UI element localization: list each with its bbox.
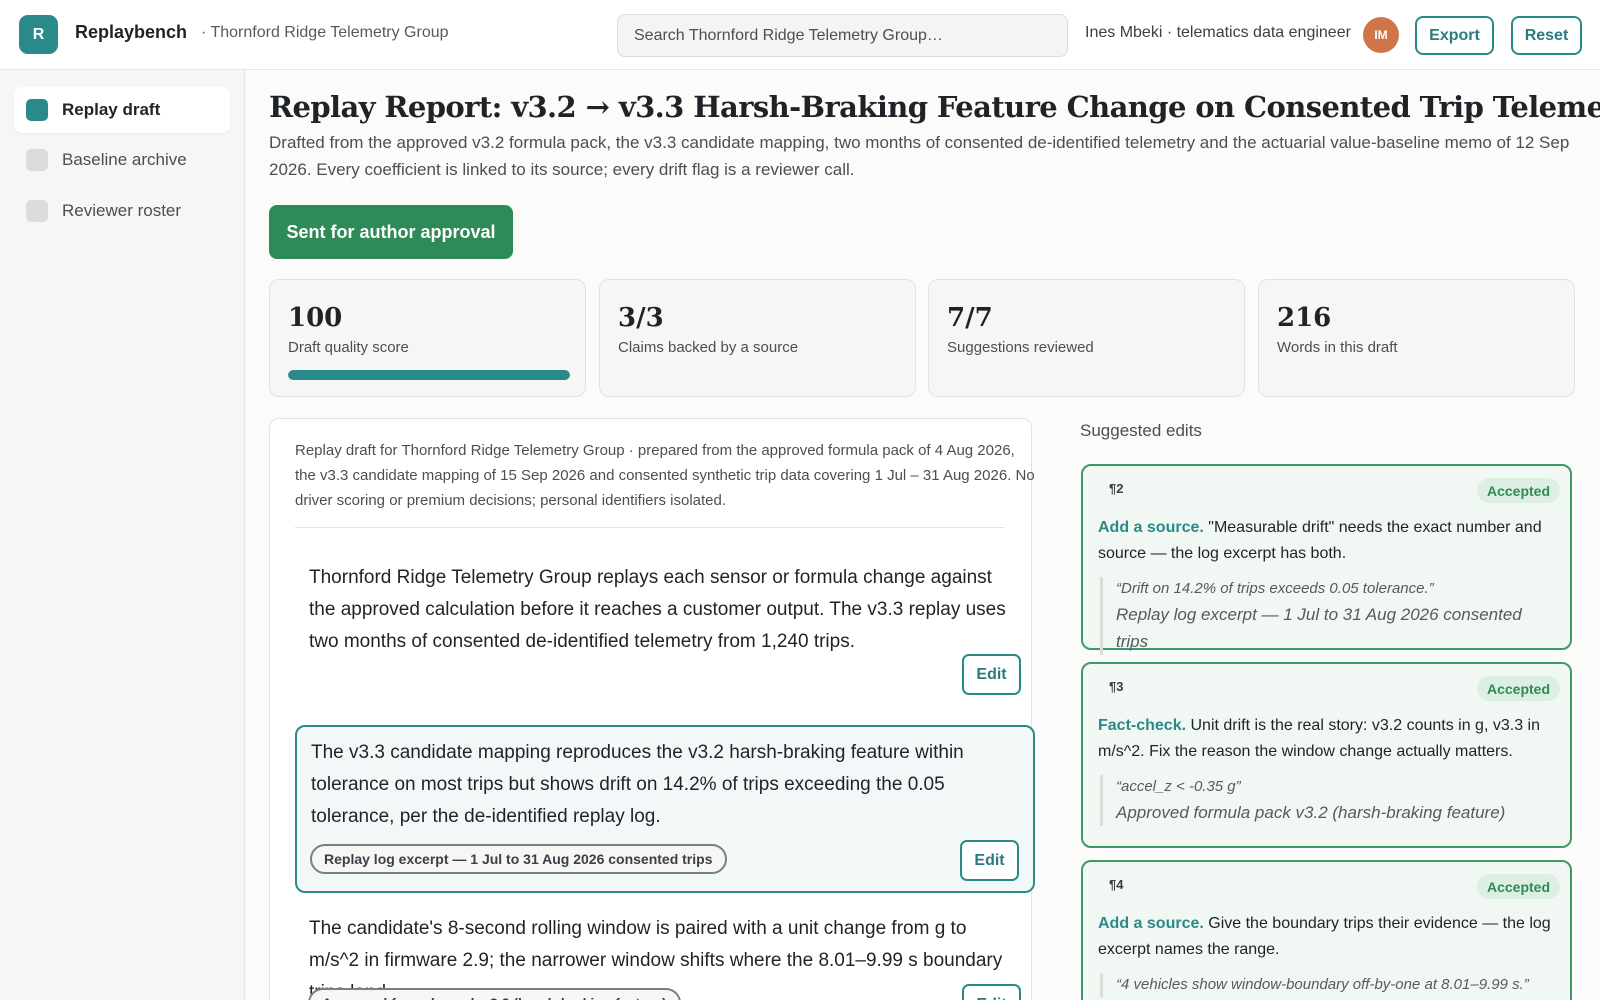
reset-button[interactable]: Reset (1511, 16, 1582, 55)
approval-status-button[interactable]: Sent for author approval (269, 205, 513, 259)
divider (295, 527, 1005, 528)
sidebar-item-label: Baseline archive (62, 150, 187, 169)
status-badge: Accepted (1476, 478, 1560, 503)
stat-value: 3/3 (618, 303, 664, 333)
suggestion-body: Fact-check. Unit drift is the real story… (1098, 713, 1555, 765)
quote-source: Replay log excerpt — 1 Jul to 31 Aug 202… (1116, 605, 1522, 651)
stat-label: Suggestions reviewed (947, 339, 1094, 356)
status-badge: Accepted (1476, 676, 1560, 701)
quote-text: “4 vehicles show window-boundary off-by-… (1116, 976, 1529, 993)
paragraph-text: Thornford Ridge Telemetry Group replays … (309, 567, 1006, 652)
avatar[interactable]: IM (1363, 17, 1399, 53)
stat-label: Claims backed by a source (618, 339, 799, 356)
sidebar-item-replay-draft[interactable]: Replay draft (14, 87, 230, 133)
baseline-archive-icon (26, 149, 48, 171)
sidebar-item-reviewer-roster[interactable]: Reviewer roster (14, 188, 230, 234)
app-logo[interactable]: R (19, 15, 58, 54)
quote-source: Approved formula pack v3.2 (harsh-brakin… (1116, 803, 1506, 822)
edit-button[interactable]: Edit (962, 654, 1021, 695)
suggestion-kind: Fact-check. (1098, 717, 1187, 734)
page-title: Replay Report: v3.2 → v3.3 Harsh-Braking… (269, 90, 1600, 124)
stat-card-claims: 3/3 Claims backed by a source (599, 279, 916, 397)
stat-card-suggestions: 7/7 Suggestions reviewed (928, 279, 1245, 397)
sidebar-item-label: Reviewer roster (62, 201, 182, 220)
page-subtitle: Drafted from the approved v3.2 formula p… (269, 133, 1570, 179)
paragraph-text: The v3.3 candidate mapping reproduces th… (311, 742, 964, 827)
paragraph-text: The candidate's 8-second rolling window … (309, 918, 1003, 1000)
suggestion-kind: Add a source. (1098, 915, 1204, 932)
sidebar: Replay draft Baseline archive Reviewer r… (0, 70, 245, 1000)
quality-progress-fill (288, 370, 570, 380)
suggestion-quote: “Drift on 14.2% of trips exceeds 0.05 to… (1100, 577, 1555, 655)
top-bar: R Replaybench · Thornford Ridge Telemetr… (0, 0, 1600, 70)
draft-paragraph[interactable]: Thornford Ridge Telemetry Group replays … (295, 552, 1035, 714)
suggestion-body: Add a source. Give the boundary trips th… (1098, 911, 1555, 963)
stat-value: 7/7 (947, 303, 993, 333)
edit-button[interactable]: Edit (962, 984, 1021, 1000)
source-chip[interactable]: Approved formula pack v3.2 (harsh-brakin… (308, 988, 681, 1000)
user-name: Ines Mbeki · telematics data engineer (1085, 24, 1351, 41)
search-box (617, 14, 1068, 57)
stat-value: 100 (288, 303, 343, 333)
export-button[interactable]: Export (1415, 16, 1494, 55)
stat-card-words: 216 Words in this draft (1258, 279, 1575, 397)
suggestion-quote: “4 vehicles show window-boundary off-by-… (1100, 973, 1555, 997)
stat-card-quality: 100 Draft quality score (269, 279, 586, 397)
search-input[interactable] (618, 15, 1067, 56)
suggestion-card[interactable]: ¶2 Accepted Add a source. "Measurable dr… (1081, 464, 1572, 655)
draft-panel: Replay draft for Thornford Ridge Telemet… (269, 418, 1035, 1000)
suggestions-heading: Suggested edits (1080, 421, 1202, 440)
app-name: Replaybench (75, 22, 188, 42)
paragraph-ref: ¶4 (1109, 877, 1124, 892)
draft-meta: Replay draft for Thornford Ridge Telemet… (295, 442, 1035, 509)
draft-paragraph[interactable]: The candidate's 8-second rolling window … (295, 903, 1035, 1000)
quote-text: “accel_z < -0.35 g” (1116, 778, 1241, 795)
status-badge: Accepted (1476, 874, 1560, 899)
sidebar-item-label: Replay draft (62, 100, 161, 119)
source-chip[interactable]: Replay log excerpt — 1 Jul to 31 Aug 202… (310, 844, 727, 874)
org-name: · Thornford Ridge Telemetry Group (201, 24, 449, 41)
suggestion-quote: “accel_z < -0.35 g” Approved formula pac… (1100, 775, 1555, 826)
draft-paragraph-selected[interactable]: The v3.3 candidate mapping reproduces th… (295, 725, 1035, 893)
reviewer-roster-icon (26, 200, 48, 222)
stat-label: Words in this draft (1277, 339, 1398, 356)
sidebar-item-baseline-archive[interactable]: Baseline archive (14, 137, 230, 183)
stat-value: 216 (1277, 303, 1332, 333)
suggestion-card[interactable]: ¶4 Accepted Add a source. Give the bound… (1081, 860, 1572, 1000)
suggestion-body: Add a source. "Measurable drift" needs t… (1098, 515, 1555, 567)
quality-progress-bar (288, 370, 570, 380)
suggestion-kind: Add a source. (1098, 519, 1204, 536)
replay-draft-icon (26, 99, 48, 121)
stat-label: Draft quality score (288, 339, 409, 356)
paragraph-ref: ¶3 (1109, 679, 1124, 694)
quote-text: “Drift on 14.2% of trips exceeds 0.05 to… (1116, 580, 1434, 597)
paragraph-ref: ¶2 (1109, 481, 1124, 496)
suggestion-card[interactable]: ¶3 Accepted Fact-check. Unit drift is th… (1081, 662, 1572, 848)
edit-button[interactable]: Edit (960, 840, 1019, 881)
